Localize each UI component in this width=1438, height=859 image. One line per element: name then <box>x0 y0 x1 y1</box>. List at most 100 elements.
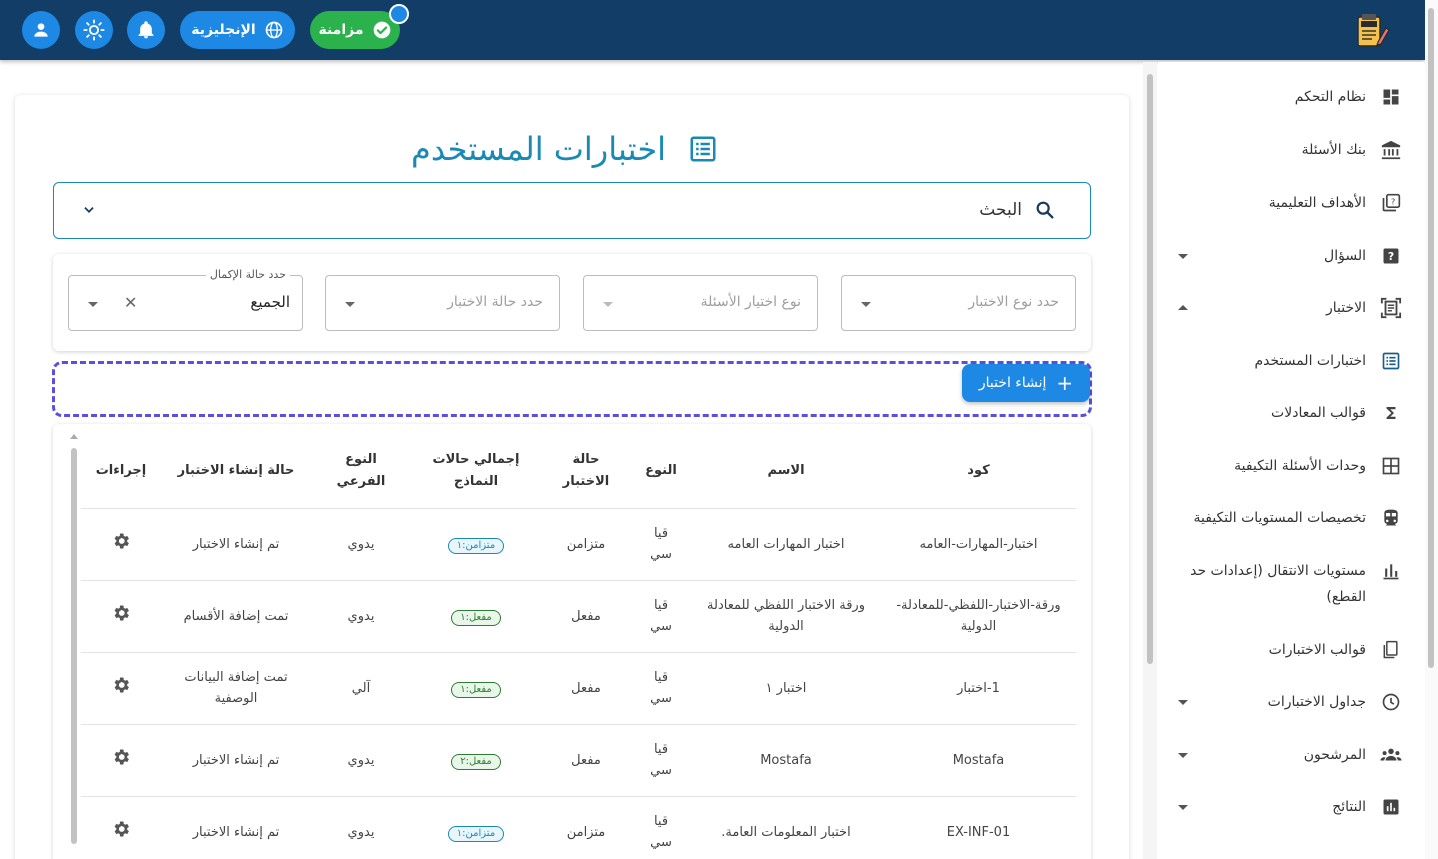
cell-status: مفعل <box>541 724 631 797</box>
sun-icon <box>83 19 105 41</box>
test-status-select[interactable]: حدد حالة الاختبار <box>325 275 560 331</box>
gear-icon[interactable] <box>111 747 131 767</box>
top-app-bar: الإنجليزية مزامنة <box>0 0 1425 60</box>
cell-type: قيا سي <box>631 508 691 581</box>
sidebar-item-user-tests[interactable]: اختبارات المستخدم <box>1158 348 1402 374</box>
gear-icon[interactable] <box>111 603 131 623</box>
page-title-text: اختبارات المستخدم <box>411 130 666 168</box>
sidebar-item-learning-objectives[interactable]: الأهداف التعليمية ? <box>1158 190 1402 216</box>
sync-status-dot <box>389 4 409 24</box>
table-row[interactable]: ورقة-الاختبار-اللفظي-للمعادلة-الدولية ورق… <box>81 580 1076 653</box>
groups-icon <box>1380 748 1402 761</box>
cell-type: قيا سي <box>631 652 691 725</box>
sidebar-item-results[interactable]: النتائج <box>1158 794 1402 820</box>
sidebar-item-test[interactable]: الاختبار <box>1158 295 1402 321</box>
column-header[interactable]: حالة إنشاء الاختبار <box>161 434 311 509</box>
chevron-up-icon[interactable] <box>1178 305 1188 310</box>
cell-subtype: يدوي <box>311 724 411 797</box>
sidebar-item-dashboard[interactable]: نظام التحكم <box>1158 84 1402 110</box>
clock-icon <box>1382 693 1400 711</box>
sidebar-item-adaptive-units[interactable]: وحدات الأسئلة التكيفية <box>1158 453 1402 479</box>
column-header[interactable]: الاسم <box>691 434 881 509</box>
sidebar-item-question[interactable]: السؤال ? <box>1158 243 1402 269</box>
column-header[interactable]: كود <box>881 434 1076 509</box>
cell-name: Mostafa <box>691 724 881 797</box>
page-scrollbar[interactable] <box>1425 0 1438 859</box>
sidebar-item-test-schedules[interactable]: جداول الاختبارات <box>1158 689 1402 715</box>
chevron-down-icon[interactable] <box>82 203 96 217</box>
cell-forms-total: مفعل:٢ <box>411 724 541 797</box>
language-button[interactable]: الإنجليزية <box>180 11 295 49</box>
chart-box-icon <box>1383 799 1399 815</box>
cell-type: قيا سي <box>631 580 691 653</box>
plus-icon: + <box>1056 371 1074 395</box>
search-label: البحث <box>979 200 1022 220</box>
bank-icon <box>1381 140 1401 160</box>
sidebar-item-label: قوالب الاختبارات <box>1268 642 1366 658</box>
test-type-select[interactable]: حدد نوع الاختبار <box>841 275 1076 331</box>
cell-type: قيا سي <box>631 796 691 859</box>
chevron-down-icon[interactable] <box>1178 753 1188 758</box>
test-status-placeholder: حدد حالة الاختبار <box>447 294 543 310</box>
table-row[interactable]: اختبار-المهارات-العامه اختبار المهارات ال… <box>81 508 1076 581</box>
create-test-label: إنشاء اختبار <box>978 375 1047 391</box>
table-row[interactable]: 1-اختبار اختبار ١ قيا سي مفعل مفعل:١ آلي تمت إ… <box>81 652 1076 725</box>
cell-code: Mostafa <box>881 724 1076 797</box>
sidebar-item-label: اختبارات المستخدم <box>1254 353 1366 369</box>
sidebar-item-cutoff-levels[interactable]: مستويات الانتقال (إعدادات حد القطع) <box>1158 558 1402 610</box>
cell-actions <box>81 796 161 859</box>
column-header[interactable]: إجمالي حالات النماذج <box>411 434 541 509</box>
page-scrollbar-thumb[interactable] <box>1428 8 1434 668</box>
cell-name: اختبار ١ <box>691 652 881 725</box>
sidebar-scrollbar[interactable] <box>1143 62 1157 859</box>
chevron-down-icon[interactable] <box>1178 805 1188 810</box>
sidebar-item-label: الاختبار <box>1325 300 1366 316</box>
template-icon <box>1383 640 1398 659</box>
sidebar-item-test-templates[interactable]: قوالب الاختبارات <box>1158 637 1402 663</box>
gear-icon[interactable] <box>111 531 131 551</box>
notifications-button[interactable] <box>127 11 165 49</box>
create-test-button[interactable]: إنشاء اختبار + <box>962 364 1090 402</box>
cell-actions <box>81 652 161 725</box>
cell-forms-total: متزامن:١ <box>411 508 541 581</box>
page-title: اختبارات المستخدم <box>0 130 1129 168</box>
cell-type: قيا سي <box>631 724 691 797</box>
sidebar-item-adaptive-levels[interactable]: تخصيصات المستويات التكيفية <box>1158 505 1402 531</box>
cell-code: ورقة-الاختبار-اللفظي-للمعادلة-الدولية <box>881 580 1076 653</box>
status-badge: مفعل:٢ <box>451 753 501 770</box>
completion-status-select[interactable]: حدد حالة الإكمال الجميع ✕ <box>68 268 303 331</box>
cell-status: مفعل <box>541 580 631 653</box>
exam-logo-icon[interactable] <box>1352 12 1390 50</box>
chevron-down-icon[interactable] <box>1178 700 1188 705</box>
sidebar-item-label: نظام التحكم <box>1294 89 1366 105</box>
theme-toggle-button[interactable] <box>75 11 113 49</box>
sidebar-item-equation-templates[interactable]: قوالب المعادلات <box>1158 400 1402 426</box>
status-badge: متزامن:١ <box>447 825 505 842</box>
profile-button[interactable] <box>22 11 60 49</box>
grid-icon <box>1382 457 1400 475</box>
cell-name: اختبار المعلومات العامة. <box>691 796 881 859</box>
clear-icon[interactable]: ✕ <box>124 293 137 312</box>
table-scrollbar-thumb[interactable] <box>71 448 77 844</box>
sync-label: مزامنة <box>318 22 364 38</box>
cell-name: اختبار المهارات العامه <box>691 508 881 581</box>
question-type-select[interactable]: نوع اختيار الأسئلة <box>583 275 818 331</box>
table-row[interactable]: Mostafa Mostafa قيا سي مفعل مفعل:٢ يدوي تم إنش… <box>81 724 1076 797</box>
search-accordion[interactable]: البحث <box>53 182 1091 239</box>
sidebar-item-question-bank[interactable]: بنك الأسئلة <box>1158 137 1402 163</box>
cell-creation-status: تم إنشاء الاختبار <box>161 724 311 797</box>
column-header[interactable]: النوع <box>631 434 691 509</box>
scroll-up-icon[interactable] <box>70 434 78 439</box>
sync-button[interactable]: مزامنة <box>310 11 400 49</box>
gear-icon[interactable] <box>111 675 131 695</box>
list-alt-icon <box>690 136 716 162</box>
chevron-down-icon[interactable] <box>1178 254 1188 259</box>
sidebar-item-candidates[interactable]: المرشحون <box>1158 742 1402 768</box>
column-header[interactable]: حالة الاختبار <box>541 434 631 509</box>
sidebar-scrollbar-thumb[interactable] <box>1147 74 1153 664</box>
table-row[interactable]: EX-INF-01 اختبار المعلومات العامة. قيا سي م… <box>81 796 1076 859</box>
column-header[interactable]: النوع الفرعي <box>311 434 411 509</box>
status-badge: مفعل:١ <box>451 681 501 698</box>
gear-icon[interactable] <box>111 819 131 839</box>
cell-creation-status: تم إنشاء الاختبار <box>161 796 311 859</box>
